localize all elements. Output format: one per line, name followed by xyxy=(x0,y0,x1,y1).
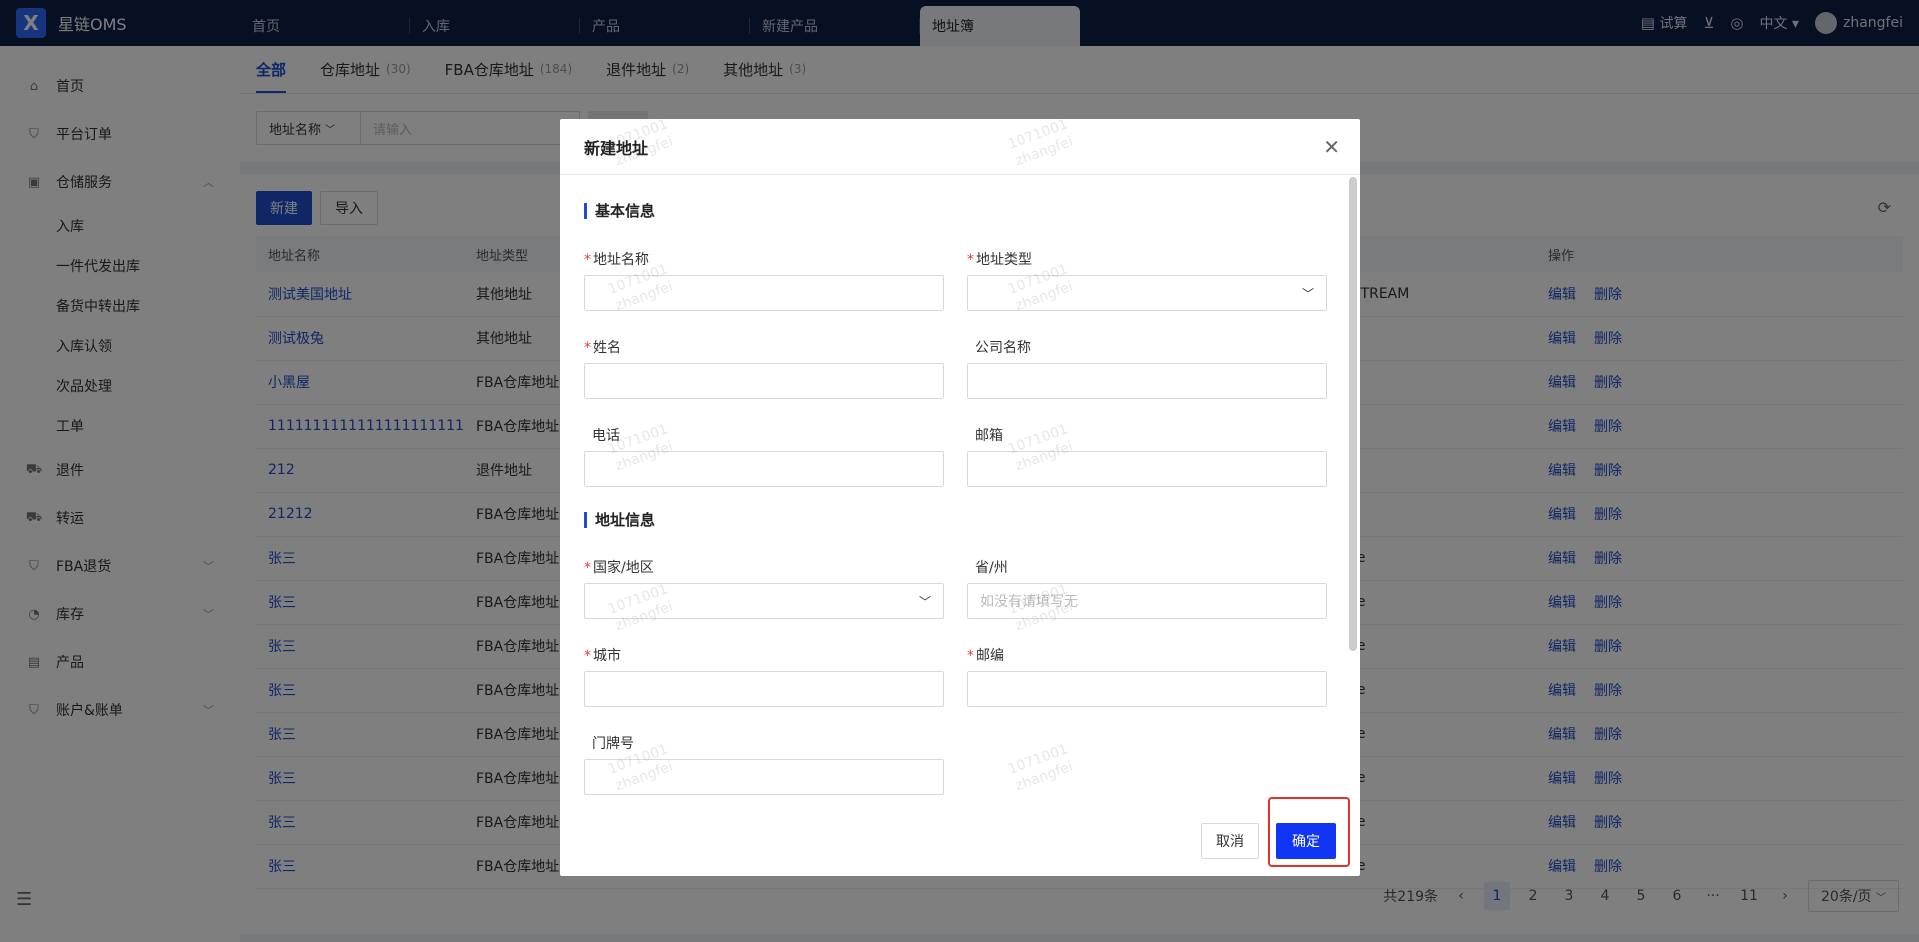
province-placeholder: 如没有请填写无 xyxy=(980,594,1078,610)
modal-body: 基本信息 * 地址名称 * 地址类型 ﹀ * 姓名 公司名称 电话 邮箱 地址信息 *… xyxy=(584,175,1338,795)
section-basic-info: 基本信息 xyxy=(584,203,655,219)
close-icon[interactable]: ✕ xyxy=(1323,135,1340,159)
modal-title: 新建地址 xyxy=(584,138,649,158)
label-country: * 国家/地区 xyxy=(584,560,654,576)
label-address-name: * 地址名称 xyxy=(584,252,649,268)
country-select[interactable]: ﹀ xyxy=(584,583,944,619)
section-address-info: 地址信息 xyxy=(584,512,655,528)
label-address-type: * 地址类型 xyxy=(967,252,1032,268)
door-number-input[interactable] xyxy=(584,759,944,795)
chevron-down-icon: ﹀ xyxy=(918,595,931,609)
label-province: 省/州 xyxy=(975,560,1008,576)
company-input[interactable] xyxy=(967,363,1327,399)
label-email: 邮箱 xyxy=(975,428,1003,444)
province-input[interactable]: 如没有请填写无 xyxy=(967,583,1327,619)
email-input[interactable] xyxy=(967,451,1327,487)
city-input[interactable] xyxy=(584,671,944,707)
cancel-button[interactable]: 取消 xyxy=(1201,823,1259,859)
label-name: * 姓名 xyxy=(584,340,621,356)
modal-scrollbar[interactable] xyxy=(1349,177,1357,651)
modal-header: 新建地址 ✕ xyxy=(560,119,1360,175)
chevron-down-icon: ﹀ xyxy=(1301,287,1314,301)
label-zip: * 邮编 xyxy=(967,648,1004,664)
address-type-select[interactable]: ﹀ xyxy=(967,275,1327,311)
address-name-input[interactable] xyxy=(584,275,944,311)
highlight-box xyxy=(1268,797,1350,867)
label-phone: 电话 xyxy=(592,428,620,444)
label-city: * 城市 xyxy=(584,648,621,664)
label-company: 公司名称 xyxy=(975,340,1031,356)
label-door-number: 门牌号 xyxy=(592,736,634,752)
zip-input[interactable] xyxy=(967,671,1327,707)
new-address-modal: 新建地址 ✕ 基本信息 * 地址名称 * 地址类型 ﹀ * 姓名 公司名称 电话 邮箱… xyxy=(560,119,1360,876)
name-input[interactable] xyxy=(584,363,944,399)
phone-input[interactable] xyxy=(584,451,944,487)
